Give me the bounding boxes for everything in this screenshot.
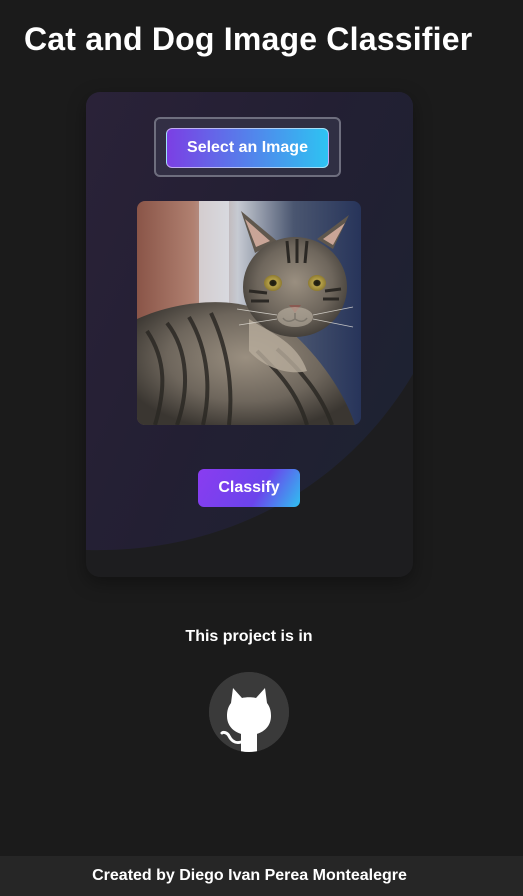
github-icon — [209, 672, 289, 752]
classify-button[interactable]: Classify — [198, 469, 300, 507]
footer: Created by Diego Ivan Perea Montealegre — [0, 856, 523, 896]
github-link[interactable] — [209, 672, 289, 752]
select-image-button[interactable]: Select an Image — [166, 128, 329, 168]
cat-photo — [137, 201, 361, 425]
classifier-card: Select an Image Classify — [86, 92, 413, 577]
image-upload-frame: Select an Image — [154, 117, 341, 177]
page-title: Cat and Dog Image Classifier — [24, 21, 473, 57]
footer-credit: Created by Diego Ivan Perea Montealegre — [92, 867, 407, 884]
project-text: This project is in — [185, 628, 313, 645]
image-preview — [137, 201, 361, 425]
